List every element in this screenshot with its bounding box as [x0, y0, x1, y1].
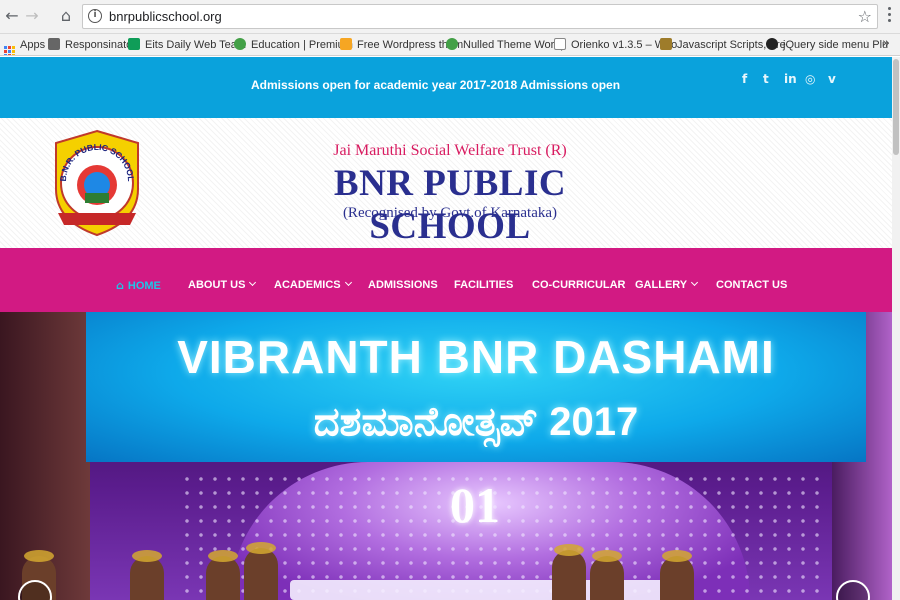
- nav-label: ADMISSIONS: [368, 279, 438, 291]
- chevron-down-icon: [249, 278, 257, 287]
- apps-grid-icon: [4, 46, 15, 55]
- instagram-icon[interactable]: ◎: [805, 72, 815, 86]
- favicon-icon: [766, 38, 778, 50]
- nav-home[interactable]: ⌂ HOME: [116, 279, 161, 292]
- nav-facilities[interactable]: FACILITIES: [454, 279, 513, 291]
- performer: [552, 544, 586, 600]
- bookmark-label: Eits Daily Web Team: [145, 39, 247, 51]
- browser-menu-icon[interactable]: [888, 7, 892, 25]
- slide-subtitle: ದಶಮಾನೋತ್ಸವ್ 2017: [313, 400, 639, 444]
- browser-toolbar: ← → ⌂ i bnrpublicschool.org ☆: [0, 0, 900, 34]
- scrollbar-thumb[interactable]: [893, 59, 899, 155]
- slide-number: 01: [450, 477, 500, 533]
- performer: [244, 542, 278, 600]
- twitter-icon[interactable]: t: [763, 72, 769, 86]
- address-bar[interactable]: i bnrpublicschool.org ☆: [82, 4, 878, 29]
- favicon-icon: [340, 38, 352, 50]
- bookmark-item[interactable]: jQuery side menu Plu: [766, 38, 888, 52]
- bookmark-apps[interactable]: Apps: [4, 38, 46, 55]
- nav-academics[interactable]: ACADEMICS: [274, 278, 352, 291]
- page-icon: [554, 38, 566, 50]
- more-bookmarks-icon[interactable]: »: [882, 36, 890, 51]
- nav-label: HOME: [127, 280, 161, 292]
- nav-label: ABOUT US: [188, 279, 246, 291]
- nav-contact-us[interactable]: CONTACT US: [716, 279, 787, 291]
- vimeo-icon[interactable]: v: [828, 72, 836, 86]
- info-icon[interactable]: i: [88, 9, 102, 23]
- url-text[interactable]: bnrpublicschool.org: [109, 9, 222, 24]
- trust-name: Jai Maruthi Social Welfare Trust (R): [333, 142, 567, 159]
- favicon-icon: [446, 38, 458, 50]
- bookmark-item[interactable]: Orienko v1.3.5 – Woo: [554, 38, 677, 52]
- recognition-text: (Recognised by Govt.of Karnataka): [342, 205, 558, 221]
- school-logo[interactable]: B.N.R. PUBLIC SCHOOL: [52, 129, 142, 237]
- nav-label: CO-CURRICULAR: [532, 279, 626, 291]
- favicon-icon: [48, 38, 60, 50]
- back-icon[interactable]: ←: [2, 6, 22, 26]
- bookmark-label: Apps: [20, 39, 46, 51]
- bookmark-item[interactable]: Nulled Theme Wordp: [446, 38, 567, 52]
- performer: [660, 550, 694, 600]
- bookmark-star-icon[interactable]: ☆: [858, 7, 872, 26]
- slide-title: VIBRANTH BNR DASHAMI: [177, 331, 775, 383]
- page-scrollbar[interactable]: [892, 57, 900, 600]
- bookmark-item[interactable]: Responsinator: [48, 38, 136, 52]
- facebook-icon[interactable]: f: [742, 72, 747, 86]
- chevron-down-icon: [691, 278, 699, 287]
- bookmarks-bar: Apps Responsinator Eits Daily Web Team E…: [0, 34, 900, 56]
- bookmark-label: jQuery side menu Plu: [783, 39, 889, 51]
- main-nav: ⌂ HOME ABOUT US ACADEMICS ADMISSIONS FACI…: [0, 248, 892, 312]
- home-icon: ⌂: [116, 279, 124, 292]
- favicon-icon: [660, 38, 672, 50]
- favicon-icon: [234, 38, 246, 50]
- hero-slider: VIBRANTH BNR DASHAMI ದಶಮಾನೋತ್ಸವ್ 2017 01: [0, 312, 892, 600]
- announcement-marquee: Admissions open for academic year 2017-2…: [251, 78, 621, 92]
- linkedin-icon[interactable]: in: [784, 72, 797, 86]
- nav-gallery[interactable]: GALLERY: [635, 278, 699, 291]
- performers: [0, 542, 892, 600]
- nav-co-curricular[interactable]: CO-CURRICULAR: [532, 279, 626, 291]
- bookmark-item[interactable]: Eits Daily Web Team: [128, 38, 246, 52]
- performer: [130, 550, 164, 600]
- forward-icon[interactable]: →: [22, 6, 42, 26]
- nav-label: GALLERY: [635, 279, 688, 291]
- nav-label: FACILITIES: [454, 279, 514, 291]
- bookmark-label: Education | Premium: [251, 39, 353, 51]
- chevron-down-icon: [344, 278, 352, 287]
- sheets-icon: [128, 38, 140, 50]
- bookmark-label: Nulled Theme Wordp: [463, 39, 567, 51]
- nav-label: CONTACT US: [716, 279, 788, 291]
- bookmark-label: Responsinator: [65, 39, 136, 51]
- nav-about-us[interactable]: ABOUT US: [188, 278, 257, 291]
- site-header: B.N.R. PUBLIC SCHOOL Jai Maruthi Social …: [0, 118, 892, 248]
- nav-admissions[interactable]: ADMISSIONS: [368, 279, 438, 291]
- performer: [206, 550, 240, 600]
- home-icon[interactable]: ⌂: [56, 6, 76, 26]
- announcement-bar: Admissions open for academic year 2017-2…: [0, 57, 892, 118]
- performer: [590, 550, 624, 600]
- nav-label: ACADEMICS: [274, 279, 341, 291]
- bookmark-item[interactable]: Education | Premium: [234, 38, 353, 52]
- bookmark-item[interactable]: Free Wordpress them: [340, 38, 463, 52]
